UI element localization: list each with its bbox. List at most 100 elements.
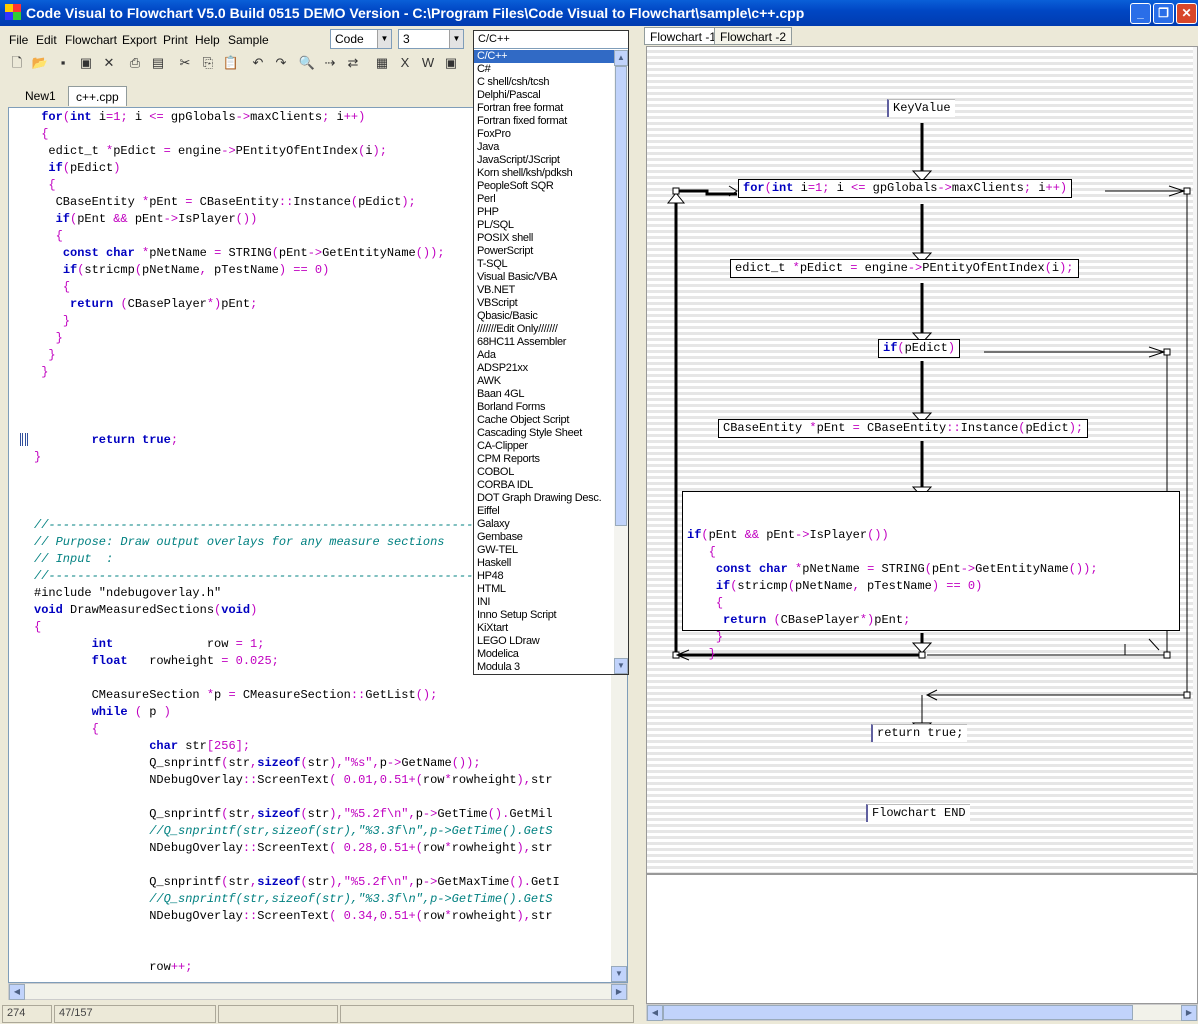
mode-select[interactable]: Code ▼ xyxy=(330,29,392,49)
close-file-icon[interactable]: ✕ xyxy=(100,54,118,72)
language-option[interactable]: FoxPro xyxy=(474,128,614,141)
scroll-thumb[interactable] xyxy=(615,66,627,526)
language-select[interactable]: C/C++ xyxy=(474,31,628,49)
restore-button[interactable]: ❐ xyxy=(1153,3,1174,24)
language-option[interactable]: AWK xyxy=(474,375,614,388)
tab-flowchart-1[interactable]: Flowchart -1 xyxy=(644,27,723,45)
language-option[interactable]: HTML xyxy=(474,583,614,596)
language-option[interactable]: T-SQL xyxy=(474,258,614,271)
code-line[interactable]: NDebugOverlay::ScreenText( 0.28,0.51+(ro… xyxy=(34,840,612,857)
open-folder-icon[interactable]: 📂 xyxy=(31,54,49,72)
language-option[interactable]: CPM Reports xyxy=(474,453,614,466)
tab-cpp-file[interactable]: c++.cpp xyxy=(68,86,127,106)
language-option[interactable]: VBScript xyxy=(474,297,614,310)
code-line[interactable]: //Q_snprintf(str,sizeof(str),"%3.3f\n",p… xyxy=(34,823,612,840)
flow-return-terminal[interactable]: return true; xyxy=(871,724,968,742)
language-option[interactable]: LEGO LDraw xyxy=(474,635,614,648)
language-option[interactable]: Korn shell/ksh/pdksh xyxy=(474,167,614,180)
menu-sample[interactable]: Sample xyxy=(228,33,269,47)
code-line[interactable] xyxy=(34,789,612,806)
language-option[interactable]: PL/SQL xyxy=(474,219,614,232)
language-option[interactable]: Baan 4GL xyxy=(474,388,614,401)
find-icon[interactable]: 🔍 xyxy=(298,54,316,72)
menu-print[interactable]: Print xyxy=(163,33,188,47)
language-option[interactable]: C/C++ xyxy=(474,50,614,63)
language-option[interactable]: Cache Object Script xyxy=(474,414,614,427)
flow-start-terminal[interactable]: KeyValue xyxy=(887,99,955,117)
new-file-icon[interactable]: 🗋 xyxy=(8,54,26,72)
language-option[interactable]: ///////Edit Only/////// xyxy=(474,323,614,336)
word-export-icon[interactable]: W xyxy=(419,54,437,72)
flow-code-block[interactable]: if(pEnt && pEnt->IsPlayer()) { const cha… xyxy=(682,491,1180,661)
language-option[interactable]: Visual Basic/VBA xyxy=(474,271,614,284)
language-option[interactable]: C# xyxy=(474,63,614,76)
code-line[interactable]: { xyxy=(34,721,612,738)
language-option[interactable]: GW-TEL xyxy=(474,544,614,557)
scroll-left-icon[interactable]: ◀ xyxy=(647,1005,663,1021)
language-dropdown[interactable]: C/C++ C/C++ C# C shell/csh/tcsh Delphi/Pasc… xyxy=(473,30,629,675)
language-option[interactable]: Ada xyxy=(474,349,614,362)
code-line[interactable]: //Q_snprintf(str,sizeof(str),"%3.3f\n",p… xyxy=(34,891,612,908)
language-option[interactable]: PHP xyxy=(474,206,614,219)
language-option[interactable]: Qbasic/Basic xyxy=(474,310,614,323)
language-option[interactable]: Delphi/Pascal xyxy=(474,89,614,102)
language-option[interactable]: PowerScript xyxy=(474,245,614,258)
paste-icon[interactable]: 📋 xyxy=(222,54,240,72)
language-option[interactable]: C shell/csh/tcsh xyxy=(474,76,614,89)
code-line[interactable]: char str[256]; xyxy=(34,738,612,755)
menu-edit[interactable]: Edit xyxy=(36,33,57,47)
language-option[interactable]: DOT Graph Drawing Desc. xyxy=(474,492,614,505)
language-option[interactable]: Fortran free format xyxy=(474,102,614,115)
language-option[interactable]: Haskell xyxy=(474,557,614,570)
undo-icon[interactable]: ↶ xyxy=(249,54,267,72)
code-line[interactable]: NDebugOverlay::ScreenText( 0.01,0.51+(ro… xyxy=(34,772,612,789)
language-option[interactable]: Cascading Style Sheet xyxy=(474,427,614,440)
print-preview-icon[interactable]: ▤ xyxy=(149,54,167,72)
tab-new1[interactable]: New1 xyxy=(18,86,63,106)
language-option[interactable]: Galaxy xyxy=(474,518,614,531)
excel-export-icon[interactable]: X xyxy=(396,54,414,72)
scroll-thumb[interactable] xyxy=(663,1005,1133,1020)
language-option[interactable]: Inno Setup Script xyxy=(474,609,614,622)
code-line[interactable] xyxy=(34,857,612,874)
language-list[interactable]: C/C++ C# C shell/csh/tcsh Delphi/Pascal Fort… xyxy=(474,50,614,674)
scroll-down-icon[interactable]: ▼ xyxy=(611,966,627,982)
code-line[interactable]: CMeasureSection *p = CMeasureSection::Ge… xyxy=(34,687,612,704)
menu-file[interactable]: File xyxy=(9,33,28,47)
calculator-icon[interactable]: ▦ xyxy=(373,54,391,72)
save-all-icon[interactable]: ▣ xyxy=(77,54,95,72)
code-line[interactable]: NDebugOverlay::ScreenText( 0.34,0.51+(ro… xyxy=(34,908,612,925)
flow-process-box[interactable]: CBaseEntity *pEnt = CBaseEntity::Instanc… xyxy=(718,419,1089,438)
language-option[interactable]: Java xyxy=(474,141,614,154)
language-option[interactable]: ADSP21xx xyxy=(474,362,614,375)
code-line[interactable] xyxy=(34,942,612,959)
language-option[interactable]: Borland Forms xyxy=(474,401,614,414)
language-option[interactable]: PeopleSoft SQR xyxy=(474,180,614,193)
flowchart-canvas[interactable]: KeyValue for(int i=1; i <= gpGlobals->ma… xyxy=(646,46,1198,874)
code-line[interactable]: while ( p ) xyxy=(34,704,612,721)
level-select[interactable]: 3 ▼ xyxy=(398,29,464,49)
language-option[interactable]: Eiffel xyxy=(474,505,614,518)
language-option[interactable]: 68HC11 Assembler xyxy=(474,336,614,349)
close-button[interactable]: ✕ xyxy=(1176,3,1197,24)
language-option[interactable]: KiXtart xyxy=(474,622,614,635)
save-icon[interactable]: ▪ xyxy=(54,54,72,72)
menu-export[interactable]: Export xyxy=(122,33,157,47)
menu-flowchart[interactable]: Flowchart xyxy=(65,33,117,47)
find-next-icon[interactable]: ⇢ xyxy=(321,54,339,72)
scroll-right-icon[interactable]: ▶ xyxy=(1181,1005,1197,1021)
language-option[interactable]: VB.NET xyxy=(474,284,614,297)
language-option[interactable]: HP48 xyxy=(474,570,614,583)
code-line[interactable]: Q_snprintf(str,sizeof(str),"%5.2f\n",p->… xyxy=(34,806,612,823)
language-option[interactable]: JavaScript/JScript xyxy=(474,154,614,167)
cut-icon[interactable]: ✂ xyxy=(176,54,194,72)
language-option[interactable]: Fortran fixed format xyxy=(474,115,614,128)
language-option[interactable]: CA-Clipper xyxy=(474,440,614,453)
code-line[interactable]: Q_snprintf(str,sizeof(str),"%s",p->GetNa… xyxy=(34,755,612,772)
language-option[interactable]: POSIX shell xyxy=(474,232,614,245)
flow-end-terminal[interactable]: Flowchart END xyxy=(866,804,970,822)
code-line[interactable]: row++; xyxy=(34,959,612,976)
language-scrollbar[interactable]: ▲ ▼ xyxy=(614,50,628,674)
tab-flowchart-2[interactable]: Flowchart -2 xyxy=(714,27,793,45)
flow-process-box[interactable]: edict_t *pEdict = engine->PEntityOfEntIn… xyxy=(730,259,1079,278)
